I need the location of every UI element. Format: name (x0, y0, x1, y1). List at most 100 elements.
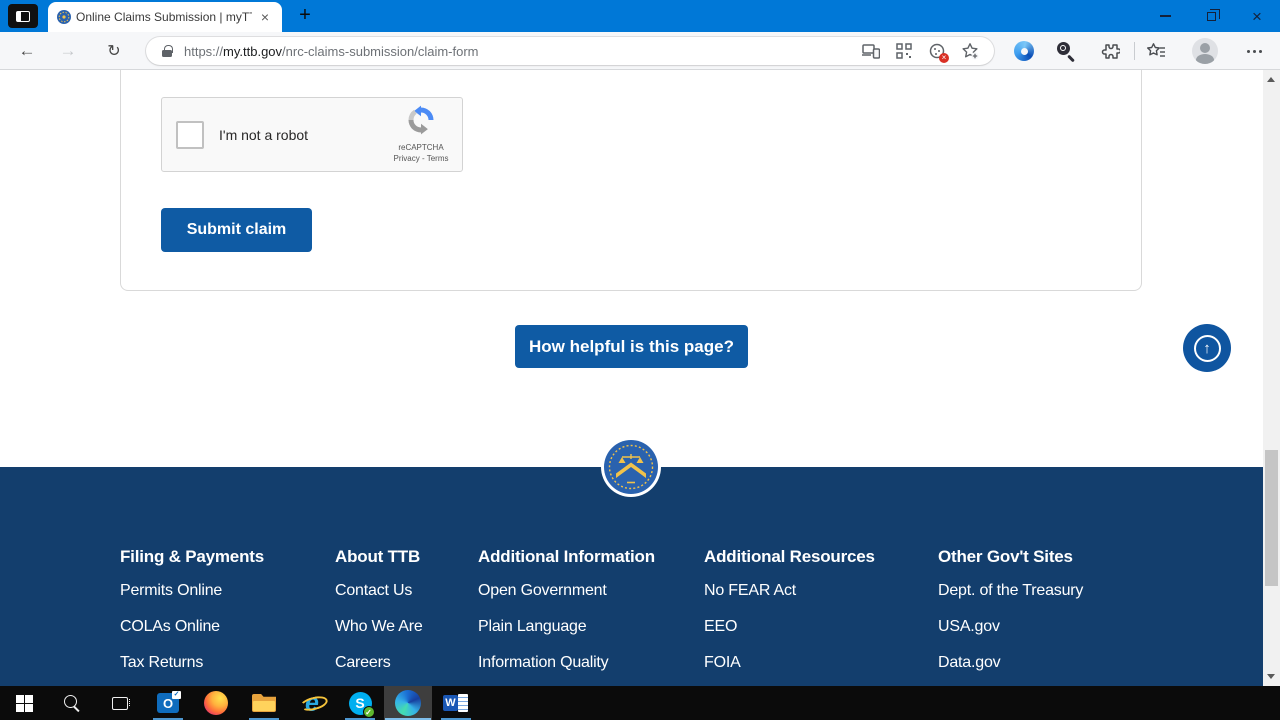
restore-icon (1207, 12, 1216, 21)
footer-link[interactable]: Permits Online (120, 581, 264, 601)
taskbar-firefox-button[interactable] (192, 686, 240, 720)
blue-swirl-extension-icon[interactable] (1014, 41, 1034, 61)
recaptcha-brand-box: reCAPTCHA Privacy - Terms (386, 105, 456, 163)
screen: Online Claims Submission | myTT × + × ← … (0, 0, 1280, 720)
profile-avatar[interactable] (1192, 38, 1218, 64)
footer-link[interactable]: Contact Us (335, 581, 423, 601)
dark-magnifier-extension-icon[interactable] (1056, 41, 1076, 61)
browser-toolbar: ← → ↻ https://my.ttb.gov/nrc-claims-subm… (0, 32, 1280, 70)
footer-link[interactable]: Plain Language (478, 617, 655, 637)
footer-link[interactable]: Data.gov (938, 653, 1083, 673)
footer-heading: Other Gov't Sites (938, 547, 1083, 567)
footer-column-about-ttb: About TTB Contact Us Who We Are Careers (335, 547, 423, 689)
padlock-icon[interactable] (162, 45, 172, 57)
windows-logo-icon (16, 695, 33, 712)
new-tab-button[interactable]: + (294, 5, 316, 27)
recaptcha-privacy-link[interactable]: Privacy (394, 154, 420, 163)
window-sidebar-icon (16, 11, 30, 22)
footer-column-filing-payments: Filing & Payments Permits Online COLAs O… (120, 547, 264, 689)
minimize-button[interactable] (1142, 0, 1188, 32)
ttb-seal-icon (601, 437, 661, 497)
recaptcha-terms-row: Privacy - Terms (386, 154, 456, 163)
footer-link[interactable]: Careers (335, 653, 423, 673)
footer-column-other-govt-sites: Other Gov't Sites Dept. of the Treasury … (938, 547, 1083, 689)
magnifier-lens (1057, 42, 1070, 55)
recaptcha-brand-text: reCAPTCHA (386, 143, 456, 152)
footer-link[interactable]: No FEAR Act (704, 581, 875, 601)
footer-link[interactable]: Dept. of the Treasury (938, 581, 1083, 601)
address-bar-icons: × (861, 41, 994, 61)
qr-code-icon[interactable] (894, 41, 914, 61)
scrollbar-up-icon[interactable] (1267, 77, 1275, 82)
browser-titlebar: Online Claims Submission | myTT × + × (0, 0, 1280, 32)
task-view-button[interactable] (96, 686, 144, 720)
toolbar-divider (1134, 42, 1135, 60)
url-scheme: https:// (184, 44, 223, 59)
settings-more-button[interactable] (1242, 44, 1266, 58)
footer-link[interactable]: Information Quality (478, 653, 655, 673)
taskbar-search-button[interactable] (48, 686, 96, 720)
skype-icon: S✓ (349, 692, 372, 715)
ttb-seal-favicon-icon (56, 9, 72, 25)
refresh-button[interactable]: ↻ (101, 38, 127, 64)
taskbar-outlook-button[interactable]: O✓ (144, 686, 192, 720)
devices-icon[interactable] (861, 41, 881, 61)
page-content: I'm not a robot reCAPTCHA Privacy - Term… (0, 70, 1263, 467)
site-footer: Filing & Payments Permits Online COLAs O… (0, 467, 1263, 686)
avatar-head (1200, 43, 1210, 53)
tab-close-icon[interactable]: × (256, 8, 274, 26)
start-button[interactable] (0, 686, 48, 720)
footer-heading: Additional Resources (704, 547, 875, 567)
footer-link[interactable]: Open Government (478, 581, 655, 601)
internet-explorer-icon: e (299, 691, 325, 715)
arrow-up-icon: ↑ (1194, 335, 1221, 362)
browser-tab[interactable]: Online Claims Submission | myTT × (48, 2, 282, 32)
footer-column-additional-resources: Additional Resources No FEAR Act EEO FOI… (704, 547, 875, 689)
restore-button[interactable] (1188, 0, 1234, 32)
add-favorite-star-icon[interactable] (960, 41, 980, 61)
footer-link[interactable]: EEO (704, 617, 875, 637)
avatar-body (1196, 54, 1214, 64)
page-feedback-button[interactable]: How helpful is this page? (515, 325, 748, 368)
footer-link[interactable]: FOIA (704, 653, 875, 673)
footer-link[interactable]: COLAs Online (120, 617, 264, 637)
url-host: my.ttb.gov (223, 44, 282, 59)
edge-icon (395, 690, 421, 716)
recaptcha-logo-icon (406, 105, 436, 135)
recaptcha-checkbox[interactable] (176, 121, 204, 149)
footer-column-additional-information: Additional Information Open Government P… (478, 547, 655, 689)
cookie-blocked-badge: × (939, 53, 949, 63)
taskbar-word-button[interactable]: W (432, 686, 480, 720)
back-button[interactable]: ← (14, 38, 40, 64)
firefox-icon (204, 691, 228, 715)
puzzle-extensions-icon[interactable] (1100, 42, 1120, 65)
address-bar[interactable]: https://my.ttb.gov/nrc-claims-submission… (146, 37, 994, 65)
recaptcha-terms-link[interactable]: Terms (427, 154, 449, 163)
taskbar-internet-explorer-button[interactable]: e (288, 686, 336, 720)
url-text[interactable]: https://my.ttb.gov/nrc-claims-submission… (184, 44, 861, 59)
word-icon: W (443, 693, 469, 713)
window-controls: × (1142, 0, 1280, 32)
tab-actions-menu-button[interactable] (8, 4, 38, 28)
taskbar-skype-button[interactable]: S✓ (336, 686, 384, 720)
close-button[interactable]: × (1234, 0, 1280, 32)
scrollbar-down-icon[interactable] (1267, 674, 1275, 679)
outlook-icon: O✓ (157, 693, 179, 713)
scroll-to-top-button[interactable]: ↑ (1183, 324, 1231, 372)
scrollbar-thumb[interactable] (1265, 450, 1278, 586)
footer-link[interactable]: Tax Returns (120, 653, 264, 673)
windows-taskbar: O✓ e S✓ W ✓ S o 4:09 PM 1/26/2022 (0, 686, 1280, 720)
page-scrollbar[interactable] (1263, 70, 1280, 686)
recaptcha-label: I'm not a robot (219, 127, 308, 143)
footer-link[interactable]: Who We Are (335, 617, 423, 637)
footer-heading: Additional Information (478, 547, 655, 567)
forward-button[interactable]: → (55, 38, 81, 64)
taskbar-edge-button[interactable] (384, 686, 432, 720)
collections-star-icon[interactable] (1146, 42, 1166, 65)
word-page (458, 694, 468, 712)
cookie-blocked-icon[interactable]: × (927, 41, 947, 61)
footer-link[interactable]: USA.gov (938, 617, 1083, 637)
search-icon (63, 694, 81, 712)
submit-claim-button[interactable]: Submit claim (161, 208, 312, 252)
taskbar-file-explorer-button[interactable] (240, 686, 288, 720)
